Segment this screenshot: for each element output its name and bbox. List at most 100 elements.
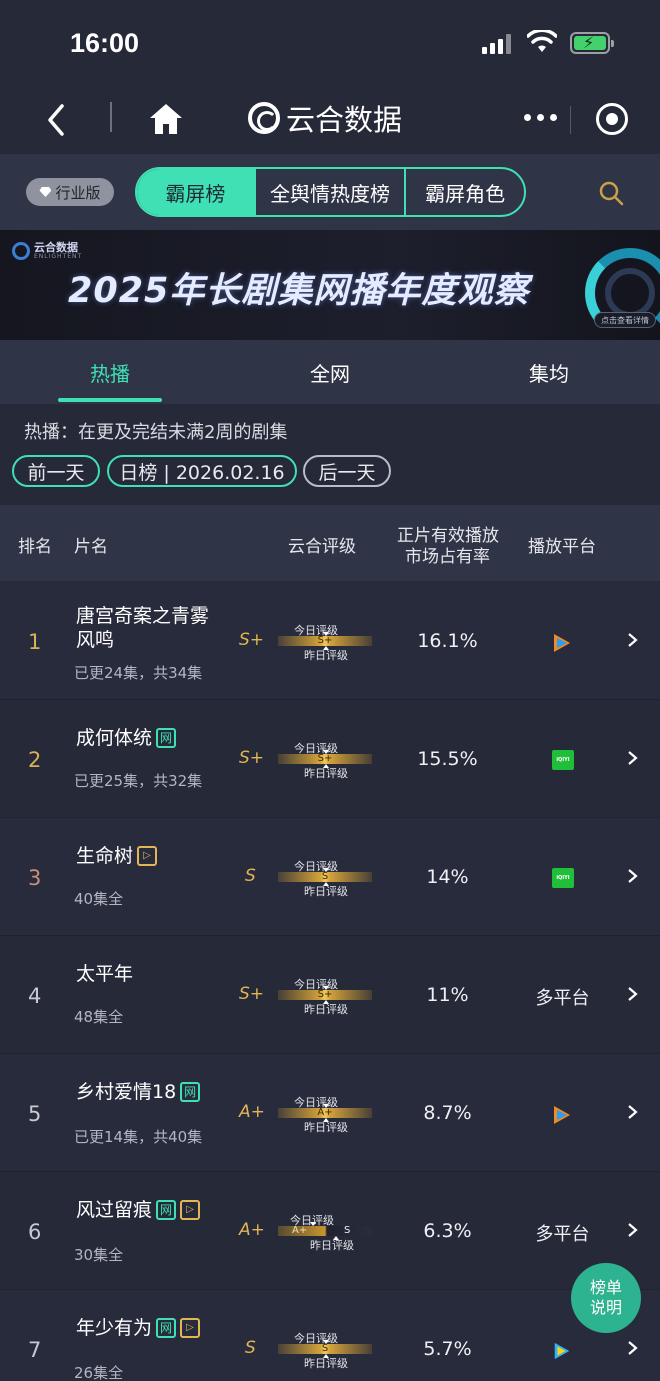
yesterday-grade-label: 昨日评级 (304, 885, 348, 898)
table-header: 排名 片名 云合评级 正片有效播放 市场占有率 播放平台 (0, 505, 660, 581)
play-tag-icon: ▷ (180, 1200, 201, 1220)
date-selector[interactable]: 日榜 | 2026.02.16 (107, 455, 297, 487)
web-drama-tag: 网 (156, 1318, 177, 1338)
grade-bar-text: A+ (317, 1107, 333, 1118)
iqiyi-icon: iQIYI (552, 868, 574, 888)
segment-sentiment-list[interactable]: 全舆情热度榜 (253, 169, 404, 215)
market-share: 6.3% (423, 1220, 472, 1242)
table-row[interactable]: 7 年少有为 网 ▷ 26集全 S 今日评级 S 昨日评级 5.7% (0, 1290, 660, 1381)
grade-bar-fill: S+ (278, 990, 372, 1000)
filter-bar: 行业版 霸屏榜 全舆情热度榜 霸屏角色 (0, 154, 660, 230)
drama-title-line2: 风鸣 (76, 629, 115, 651)
home-icon[interactable] (148, 102, 184, 136)
yunhe-logo-icon (248, 102, 280, 134)
rank: 7 (28, 1338, 42, 1362)
grade-bar-text: S+ (317, 989, 333, 1000)
table-row[interactable]: 1 唐宫奇案之青雾 风鸣 已更24集，共34集 S+ 今日评级 S+ 昨日评级 … (0, 582, 660, 700)
chevron-right-icon[interactable] (626, 1222, 640, 1238)
fab-line2: 说明 (589, 1298, 622, 1317)
chevron-right-icon[interactable] (626, 868, 640, 884)
chevron-right-icon[interactable] (626, 1104, 640, 1120)
chevron-right-icon[interactable] (626, 750, 640, 766)
grade-bar-text: S (321, 1343, 329, 1354)
edition-label: 行业版 (55, 183, 101, 202)
list-description: 热播：在更及完结未满2周的剧集 (24, 422, 288, 443)
table-row[interactable]: 6 风过留痕 网 ▷ 30集全 A+ 今日评级 A+ S 昨日评级 6.3% 多… (0, 1172, 660, 1290)
drama-title-line1: 唐宫奇案之青雾 (76, 605, 210, 627)
chevron-right-icon[interactable] (626, 632, 640, 648)
back-arrow-icon[interactable] (40, 100, 74, 140)
grade: S (245, 1338, 256, 1358)
rank: 3 (28, 866, 42, 890)
close-mini-program-icon[interactable] (596, 103, 628, 135)
mini-program-capsule (502, 92, 638, 148)
wifi-icon (527, 30, 557, 52)
episode-info: 48集全 (74, 1008, 124, 1026)
more-options-icon[interactable] (524, 114, 557, 121)
platform-text: 多平台 (535, 988, 590, 1009)
cellular-signal-icon (482, 34, 514, 54)
today-grade-text: A+ (292, 1225, 308, 1236)
prev-day-button[interactable]: 前一天 (12, 455, 100, 487)
web-drama-tag: 网 (156, 1200, 177, 1220)
table-row[interactable]: 4 太平年 48集全 S+ 今日评级 S+ 昨日评级 11% 多平台 (0, 936, 660, 1054)
grade-bar-text: S+ (317, 635, 333, 646)
chevron-right-icon[interactable] (626, 986, 640, 1002)
segment-dominance-list[interactable]: 霸屏榜 (137, 169, 254, 215)
tab-hot[interactable]: 热播 (90, 358, 130, 387)
grade-bar: 今日评级 A+ S 昨日评级 (278, 1212, 372, 1252)
tab-per-episode[interactable]: 集均 (529, 358, 569, 387)
market-share: 14% (426, 866, 469, 888)
grade: S (245, 866, 256, 886)
rank: 6 (28, 1220, 42, 1244)
drama-title-text: 风过留痕 (76, 1199, 153, 1221)
header-name: 片名 (74, 537, 108, 557)
chevron-right-icon[interactable] (626, 1340, 640, 1356)
mini-program-navbar: 云合数据 (0, 88, 660, 154)
yesterday-grade-label: 昨日评级 (304, 767, 348, 780)
drama-title-text: 成何体统 (76, 727, 153, 749)
grade-bar-text: S (321, 871, 329, 882)
banner-headline: 2025年长剧集网播年度观察 (68, 271, 530, 311)
header-platform: 播放平台 (528, 537, 596, 557)
drama-title: 成何体统 网 (76, 726, 221, 750)
industry-edition-badge[interactable]: 行业版 (26, 178, 114, 206)
rank: 2 (28, 748, 42, 772)
ranking-explanation-button[interactable]: 榜单 说明 (571, 1263, 641, 1333)
rank: 1 (28, 630, 42, 654)
market-share: 5.7% (423, 1338, 472, 1360)
app-title-text: 云合数据 (286, 103, 403, 137)
clock: 16:00 (70, 28, 140, 58)
rank: 5 (28, 1102, 42, 1126)
banner-detail-button[interactable]: 点击查看详情 (594, 312, 656, 328)
episode-info: 已更25集，共32集 (74, 772, 203, 790)
table-row[interactable]: 5 乡村爱情18 网 已更14集，共40集 A+ 今日评级 A+ 昨日评级 8.… (0, 1054, 660, 1172)
app-title: 云合数据 (248, 98, 402, 138)
grade-bar-fill: A+ (278, 1108, 372, 1118)
episode-info: 26集全 (74, 1364, 124, 1381)
table-row[interactable]: 3 生命树 ▷ 40集全 S 今日评级 S 昨日评级 14% iQIYI (0, 818, 660, 936)
tab-all-network[interactable]: 全网 (310, 358, 350, 387)
annual-report-banner[interactable]: 云合数据 ENLIGHTENT 2025年长剧集网播年度观察 点击查看详情 (0, 230, 660, 340)
rank: 4 (28, 984, 42, 1008)
header-rating: 云合评级 (288, 537, 356, 557)
next-day-button[interactable]: 后一天 (303, 455, 391, 487)
table-row[interactable]: 2 成何体统 网 已更25集，共32集 S+ 今日评级 S+ 昨日评级 15.5… (0, 700, 660, 818)
grade-bar-fill: S (278, 1344, 372, 1354)
drama-title-text: 年少有为 (76, 1317, 153, 1339)
web-drama-tag: 网 (156, 728, 177, 748)
search-icon[interactable] (598, 180, 624, 206)
drama-title: 唐宫奇案之青雾 风鸣 (76, 604, 221, 652)
grade-bar: 今日评级 A+ 昨日评级 (278, 1094, 372, 1134)
grade-bar-fill: A+ S (278, 1226, 372, 1236)
banner-brand-name: 云合数据 (34, 240, 78, 254)
grade-bar: 今日评级 S+ 昨日评级 (278, 740, 372, 780)
yesterday-grade-label: 昨日评级 (304, 1003, 348, 1016)
grade-bar: 今日评级 S+ 昨日评级 (278, 622, 372, 662)
segment-dominance-role[interactable]: 霸屏角色 (404, 169, 524, 215)
market-share: 8.7% (423, 1102, 472, 1124)
grade-bar-fill: S+ (278, 754, 372, 764)
grade-bar-text: S+ (317, 753, 333, 764)
diamond-icon (39, 187, 52, 197)
banner-inner-arc (605, 268, 655, 318)
